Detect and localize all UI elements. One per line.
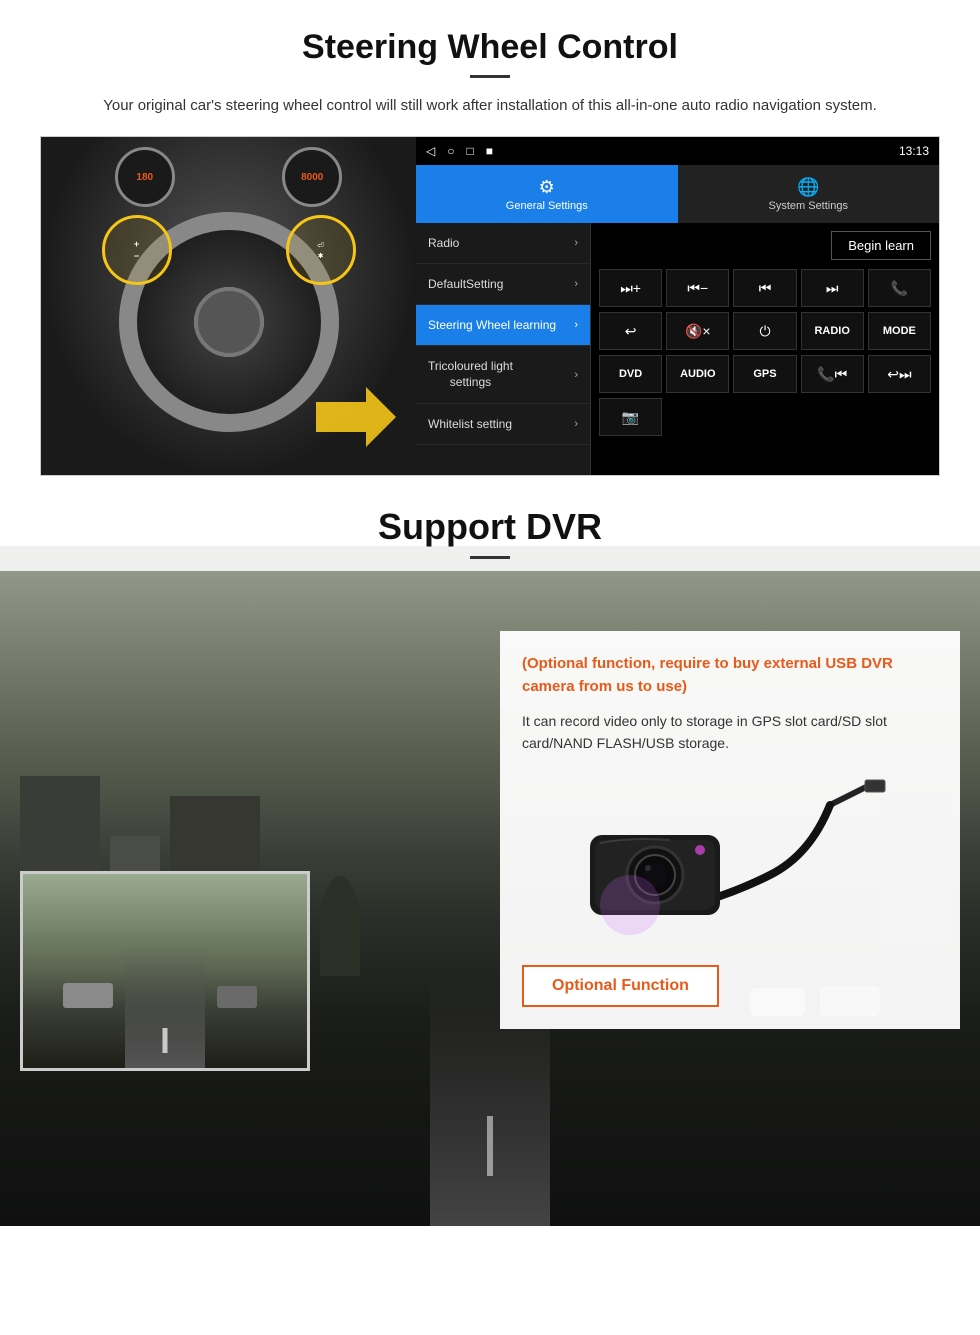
menu-left-panel: Radio › DefaultSetting › Steering Wheel … xyxy=(416,223,591,475)
highlight-left: + − xyxy=(102,215,172,285)
ctrl-audio[interactable]: AUDIO xyxy=(666,355,729,393)
ctrl-vol-up[interactable]: ⏭+ xyxy=(599,269,662,307)
dvr-description: It can record video only to storage in G… xyxy=(522,710,938,755)
optional-function-button[interactable]: Optional Function xyxy=(522,965,719,1007)
phone-icon: 📞 xyxy=(891,280,908,297)
begin-learn-button[interactable]: Begin learn xyxy=(831,231,931,260)
chevron-right-icon-2: › xyxy=(574,278,578,290)
dvr-section: Support DVR xyxy=(0,476,980,1236)
menu-tricoloured-label: Tricoloured lightsettings xyxy=(428,359,513,390)
menu-right-panel: Begin learn ⏭+ ⏮− ⏮ ⏭ 📞 ↩ 🔇× ⏻ xyxy=(591,223,939,475)
ctrl-next[interactable]: ⏭ xyxy=(801,269,864,307)
dvr-camera-illustration xyxy=(522,775,938,945)
ctrl-gps[interactable]: GPS xyxy=(733,355,796,393)
camera-svg xyxy=(570,775,890,945)
control-grid-row1: ⏭+ ⏮− ⏮ ⏭ 📞 xyxy=(599,269,931,307)
android-panel: ◁ ○ □ ■ 13:13 ⚙ General Settings 🌐 Syste… xyxy=(416,137,939,475)
ctrl-dvd[interactable]: DVD xyxy=(599,355,662,393)
dvr-title-area: Support DVR xyxy=(0,476,980,571)
control-grid-row2: ↩ 🔇× ⏻ RADIO MODE xyxy=(599,312,931,350)
globe-icon: 🌐 xyxy=(797,177,819,198)
steering-composite: 180 8000 + − xyxy=(40,136,940,476)
steering-subtitle: Your original car's steering wheel contr… xyxy=(40,94,940,118)
audio-label: AUDIO xyxy=(680,368,715,380)
menu-steering-label: Steering Wheel learning xyxy=(428,318,556,332)
ctrl-return[interactable]: ↩ xyxy=(599,312,662,350)
mode-label: MODE xyxy=(883,325,916,337)
tab-general-label: General Settings xyxy=(506,200,588,212)
menu-item-radio[interactable]: Radio › xyxy=(416,223,590,264)
return-icon: ↩ xyxy=(625,323,637,340)
ctrl-phone-prev[interactable]: 📞⏮ xyxy=(801,355,864,393)
return-next-icon: ↩⏭ xyxy=(887,366,911,383)
power-icon: ⏻ xyxy=(759,323,770,340)
steering-wheel-photo: 180 8000 + − xyxy=(41,137,416,476)
title-divider xyxy=(470,75,510,78)
next-icon: ⏭ xyxy=(826,280,839,297)
chevron-right-icon-5: › xyxy=(574,418,578,430)
tab-general-settings[interactable]: ⚙ General Settings xyxy=(416,165,678,223)
tab-system-settings[interactable]: 🌐 System Settings xyxy=(678,165,940,223)
gear-icon: ⚙ xyxy=(539,177,555,198)
dvr-content: Support DVR xyxy=(0,476,980,1091)
ctrl-camera[interactable]: 📷 xyxy=(599,398,662,436)
tab-system-label: System Settings xyxy=(769,200,848,212)
chevron-right-icon-3: › xyxy=(574,319,578,331)
gps-label: GPS xyxy=(753,368,776,380)
chevron-right-icon: › xyxy=(574,237,578,249)
android-statusbar: ◁ ○ □ ■ 13:13 xyxy=(416,137,939,165)
menu-list: Radio › DefaultSetting › Steering Wheel … xyxy=(416,223,939,475)
dvr-optional-text: (Optional function, require to buy exter… xyxy=(522,653,938,698)
menu-item-tricoloured[interactable]: Tricoloured lightsettings › xyxy=(416,346,590,404)
menu-default-label: DefaultSetting xyxy=(428,277,503,291)
dvr-body: (Optional function, require to buy exter… xyxy=(0,571,980,1091)
mute-icon: 🔇× xyxy=(685,323,711,340)
radio-label: RADIO xyxy=(814,325,849,337)
vol-down-icon: ⏮− xyxy=(687,280,708,297)
vol-up-icon: ⏭+ xyxy=(620,280,641,297)
ctrl-power[interactable]: ⏻ xyxy=(733,312,796,350)
ctrl-phone[interactable]: 📞 xyxy=(868,269,931,307)
camera-icon: 📷 xyxy=(622,409,639,426)
ctrl-mode[interactable]: MODE xyxy=(868,312,931,350)
menu-icon: ■ xyxy=(486,144,493,158)
menu-item-whitelist[interactable]: Whitelist setting › xyxy=(416,404,590,445)
dvr-info-card: (Optional function, require to buy exter… xyxy=(500,631,960,1029)
dvd-label: DVD xyxy=(619,368,642,380)
phone-prev-icon: 📞⏮ xyxy=(817,366,847,383)
ctrl-vol-down[interactable]: ⏮− xyxy=(666,269,729,307)
control-grid-row4: 📷 xyxy=(599,398,931,436)
begin-learn-row: Begin learn xyxy=(599,231,931,260)
direction-arrow-icon xyxy=(316,387,396,447)
statusbar-time: 13:13 xyxy=(899,144,929,158)
dvr-title: Support DVR xyxy=(0,506,980,548)
ctrl-mute[interactable]: 🔇× xyxy=(666,312,729,350)
highlight-right: ⏎ ✱ xyxy=(286,215,356,285)
wheel-circle: + − ⏎ ✱ xyxy=(119,212,339,432)
steering-section: Steering Wheel Control Your original car… xyxy=(0,0,980,476)
ctrl-prev[interactable]: ⏮ xyxy=(733,269,796,307)
dvr-screenshot-thumb xyxy=(20,871,310,1071)
android-tabs[interactable]: ⚙ General Settings 🌐 System Settings xyxy=(416,165,939,223)
control-grid-row3: DVD AUDIO GPS 📞⏮ ↩⏭ xyxy=(599,355,931,393)
chevron-right-icon-4: › xyxy=(574,369,578,381)
ctrl-return-next[interactable]: ↩⏭ xyxy=(868,355,931,393)
menu-radio-label: Radio xyxy=(428,236,459,250)
dvr-divider xyxy=(470,556,510,559)
recents-icon: □ xyxy=(466,144,473,158)
menu-item-steering-wheel-learning[interactable]: Steering Wheel learning › xyxy=(416,305,590,346)
dvr-left-panel xyxy=(20,591,480,1071)
menu-whitelist-label: Whitelist setting xyxy=(428,417,512,431)
steering-title: Steering Wheel Control xyxy=(40,28,940,67)
menu-item-defaultsetting[interactable]: DefaultSetting › xyxy=(416,264,590,305)
home-icon: ○ xyxy=(447,144,454,158)
wheel-inner xyxy=(194,287,264,357)
back-icon: ◁ xyxy=(426,144,435,158)
statusbar-nav-icons: ◁ ○ □ ■ xyxy=(426,144,493,158)
prev-icon: ⏮ xyxy=(759,280,772,297)
ctrl-radio[interactable]: RADIO xyxy=(801,312,864,350)
